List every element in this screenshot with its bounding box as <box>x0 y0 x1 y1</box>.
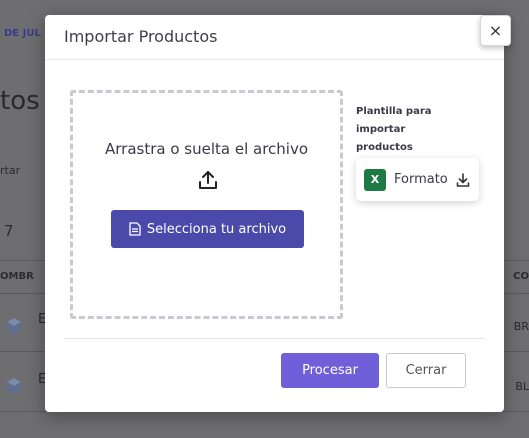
download-format-button[interactable]: X Formato <box>356 158 479 201</box>
process-button[interactable]: Procesar <box>281 353 379 388</box>
product-cube-icon <box>7 378 21 394</box>
modal-header: Importar Productos <box>45 15 504 60</box>
close-modal-button[interactable]: Cerrar <box>386 353 466 388</box>
format-label: Formato <box>394 172 448 187</box>
modal-title: Importar Productos <box>64 27 218 46</box>
bg-row-code: BR <box>513 320 529 333</box>
upload-icon <box>199 171 217 189</box>
bg-top-link: DE JUL <box>4 28 41 39</box>
file-dropzone[interactable]: Arrastra o suelta el archivo Selecciona … <box>70 90 343 319</box>
select-file-label: Selecciona tu archivo <box>146 221 287 237</box>
download-icon <box>456 172 470 187</box>
file-icon <box>129 222 141 236</box>
footer-divider <box>64 338 485 339</box>
close-icon[interactable]: × <box>480 15 511 46</box>
template-label: Plantilla para importar productos <box>356 106 432 153</box>
bg-row-code: BL <box>515 380 529 393</box>
bg-count: 7 <box>4 222 14 240</box>
select-file-button[interactable]: Selecciona tu archivo <box>111 210 304 248</box>
excel-icon: X <box>364 168 392 191</box>
bg-page-title: tos <box>0 86 40 116</box>
bg-sort-filter: rtar <box>0 164 21 177</box>
bg-col-name: OMBR <box>0 271 34 282</box>
import-products-modal: Importar Productos Arrastra o suelta el … <box>45 15 504 412</box>
product-cube-icon <box>7 318 21 334</box>
dropzone-text: Arrastra o suelta el archivo <box>104 140 309 158</box>
bg-col-code: CO <box>513 271 529 282</box>
